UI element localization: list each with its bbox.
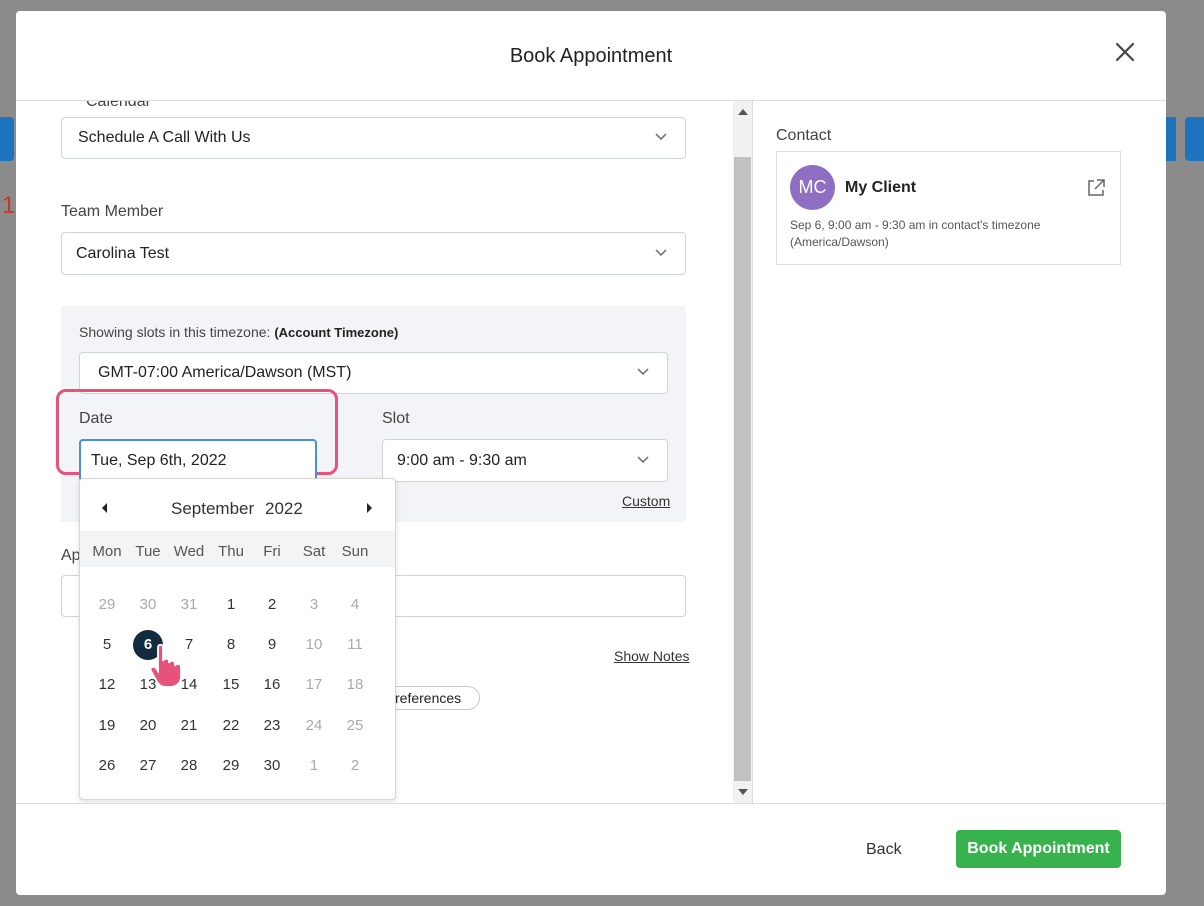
calendar-day[interactable]: 3 [299, 590, 329, 620]
weekday-mon: Mon [92, 543, 122, 560]
date-input-value: Tue, Sep 6th, 2022 [91, 451, 227, 469]
calendar-day[interactable]: 25 [340, 711, 370, 741]
calendar-day[interactable]: 2 [340, 751, 370, 781]
contact-label: Contact [776, 127, 832, 144]
chevron-down-icon [655, 248, 667, 256]
slot-select-value: 9:00 am - 9:30 am [397, 451, 527, 469]
calendar-day[interactable]: 20 [133, 711, 163, 741]
weekday-sun: Sun [341, 543, 369, 560]
calendar-day[interactable]: 21 [174, 711, 204, 741]
calendar-day[interactable]: 30 [257, 751, 287, 781]
book-appointment-button[interactable]: Book Appointment [956, 830, 1121, 868]
weekday-sat: Sat [302, 543, 326, 560]
pointer-hand-icon [149, 643, 182, 688]
timezone-select[interactable]: GMT-07:00 America/Dawson (MST) [79, 352, 668, 394]
panel-divider [752, 101, 753, 803]
calendar-day[interactable]: 19 [92, 711, 122, 741]
avatar: MC [790, 165, 835, 210]
calendar-day[interactable]: 11 [340, 630, 370, 660]
calendar-day[interactable]: 28 [174, 751, 204, 781]
next-month-icon[interactable] [367, 503, 372, 513]
weekday-wed: Wed [173, 543, 205, 560]
team-member-label: Team Member [61, 203, 164, 220]
calendar-day[interactable]: 2 [257, 590, 287, 620]
chevron-down-icon [637, 455, 649, 463]
calendar-day[interactable]: 30 [133, 590, 163, 620]
calendar-day[interactable]: 18 [340, 670, 370, 700]
back-button[interactable]: Back [866, 841, 902, 859]
close-icon[interactable] [1112, 39, 1138, 65]
scroll-thumb[interactable] [734, 157, 751, 781]
team-member-select[interactable]: Carolina Test [61, 232, 686, 275]
background-button [1166, 117, 1176, 161]
calendar-day[interactable]: 5 [92, 630, 122, 660]
calendar-day[interactable]: 8 [216, 630, 246, 660]
appointment-title-label: Ap [61, 547, 81, 564]
slot-label: Slot [382, 410, 410, 427]
calendar-day[interactable]: 12 [92, 670, 122, 700]
scroll-down-icon[interactable] [738, 789, 748, 795]
calendar-day[interactable]: 1 [299, 751, 329, 781]
team-member-select-value: Carolina Test [76, 244, 170, 262]
calendar-day[interactable]: 31 [174, 590, 204, 620]
calendar-day[interactable]: 9 [257, 630, 287, 660]
form-scrollbar[interactable] [733, 101, 752, 803]
calendar-day[interactable]: 27 [133, 751, 163, 781]
calendar-day[interactable]: 10 [299, 630, 329, 660]
form-scroll-area[interactable]: Calendar Schedule A Call With Us Team Me… [16, 101, 736, 803]
timezone-label-text: Showing slots in this timezone: [79, 324, 271, 340]
timezone-qualifier: (Account Timezone) [274, 325, 399, 340]
chevron-down-icon [655, 133, 667, 141]
background-text: 1 [2, 192, 16, 219]
calendar-day[interactable]: 1 [216, 590, 246, 620]
timezone-select-value: GMT-07:00 America/Dawson (MST) [98, 364, 352, 381]
weekday-tue: Tue [135, 543, 161, 560]
calendar-label: Calendar [86, 101, 151, 110]
calendar-day[interactable]: 26 [92, 751, 122, 781]
timezone-label: Showing slots in this timezone: (Account… [79, 324, 398, 340]
calendar-year: 2022 [265, 499, 303, 518]
date-picker-popup: September 2022 Mon Tue Wed Thu Fri Sat Sun 29 3… [79, 478, 396, 800]
weekday-fri: Fri [263, 543, 281, 560]
calendar-day[interactable]: 23 [257, 711, 287, 741]
scroll-up-icon[interactable] [738, 109, 748, 115]
calendar-day[interactable]: 17 [299, 670, 329, 700]
background-button [1185, 117, 1204, 161]
calendar-day[interactable]: 16 [257, 670, 287, 700]
calendar-select-value: Schedule A Call With Us [78, 129, 251, 146]
modal-title: Book Appointment [509, 45, 673, 67]
custom-slot-link[interactable]: Custom [622, 493, 670, 509]
calendar-day[interactable]: 4 [340, 590, 370, 620]
calendar-day[interactable]: 15 [216, 670, 246, 700]
weekday-thu: Thu [218, 543, 244, 560]
preferences-button-label: references [395, 690, 462, 706]
contact-slot-info: Sep 6, 9:00 am - 9:30 am in contact's ti… [790, 218, 1041, 249]
slot-select[interactable]: 9:00 am - 9:30 am [382, 439, 668, 482]
contact-name: My Client [845, 179, 917, 196]
background-button [0, 117, 14, 161]
calendar-day[interactable]: 22 [216, 711, 246, 741]
book-appointment-modal: Book Appointment Calendar Schedule A Cal… [16, 11, 1166, 895]
prev-month-icon[interactable] [102, 503, 107, 513]
calendar-select[interactable]: Schedule A Call With Us [61, 117, 686, 159]
calendar-day[interactable]: 24 [299, 711, 329, 741]
external-link-icon[interactable] [1086, 178, 1106, 198]
show-notes-link[interactable]: Show Notes [614, 648, 689, 664]
chevron-down-icon [637, 368, 649, 376]
calendar-day[interactable]: 29 [92, 590, 122, 620]
modal-header: Book Appointment [16, 11, 1166, 101]
calendar-month: September [171, 499, 255, 518]
contact-card: MC My Client Sep 6, 9:00 am - 9:30 am in… [776, 151, 1121, 265]
calendar-day[interactable]: 29 [216, 751, 246, 781]
date-input[interactable]: Tue, Sep 6th, 2022 [79, 439, 317, 482]
